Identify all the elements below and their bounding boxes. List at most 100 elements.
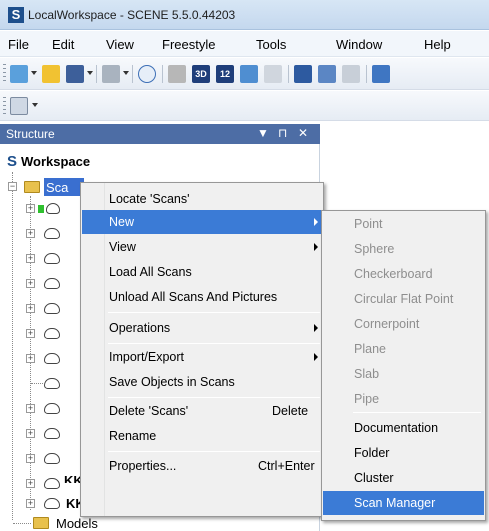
expand-toggle-icon[interactable]: + (26, 279, 35, 288)
ctx-locate-scans[interactable]: Locate 'Scans' (82, 187, 322, 211)
scan-icon (44, 253, 60, 264)
submenu-arrow-icon (314, 353, 318, 361)
layout-icon[interactable] (294, 65, 312, 83)
ctx-load-all-scans[interactable]: Load All Scans (82, 260, 322, 284)
new-cluster[interactable]: Cluster (323, 466, 484, 490)
expand-toggle-icon[interactable]: + (26, 254, 35, 263)
scan-icon (44, 498, 60, 509)
scan-icon (44, 353, 60, 364)
expand-toggle-icon[interactable]: + (26, 304, 35, 313)
display-mode-dropdown-icon[interactable] (32, 103, 38, 107)
home-icon[interactable] (240, 65, 258, 83)
menu-window[interactable]: Window (336, 37, 382, 52)
new-dropdown-icon[interactable] (31, 71, 37, 75)
open-folder-icon[interactable] (42, 65, 60, 83)
tree-line (31, 383, 43, 384)
panel-close-icon[interactable]: ✕ (298, 126, 308, 140)
menu-separator (108, 397, 320, 398)
new-circular-flat-point[interactable]: Circular Flat Point (323, 287, 484, 311)
menu-tools[interactable]: Tools (256, 37, 286, 52)
new-slab[interactable]: Slab (323, 362, 484, 386)
toolbar-separator (366, 65, 367, 83)
expand-toggle-icon[interactable]: + (26, 499, 35, 508)
scan-icon (44, 228, 60, 239)
disabled-tool-icon[interactable] (264, 65, 282, 83)
toolbar-separator (96, 65, 97, 83)
context-menu: Locate 'Scans' New View Load All Scans U… (80, 182, 324, 517)
expand-toggle-icon[interactable]: + (26, 404, 35, 413)
collapse-toggle-icon[interactable]: − (8, 182, 17, 191)
user-icon[interactable] (318, 65, 336, 83)
view-12-icon[interactable]: 12 (216, 65, 234, 83)
display-mode-icon[interactable] (10, 97, 28, 115)
menu-edit[interactable]: Edit (52, 37, 74, 52)
new-sphere[interactable]: Sphere (323, 237, 484, 261)
menu-file[interactable]: File (8, 37, 29, 52)
ctx-new[interactable]: New (82, 210, 322, 234)
ctx-rename[interactable]: Rename (82, 424, 322, 448)
expand-toggle-icon[interactable]: + (26, 329, 35, 338)
ctx-properties[interactable]: Properties... Ctrl+Enter (82, 454, 322, 478)
ctx-operations[interactable]: Operations (82, 316, 322, 340)
new-cornerpoint[interactable]: Cornerpoint (323, 312, 484, 336)
menu-separator (108, 312, 320, 313)
ctx-import-export[interactable]: Import/Export (82, 345, 322, 369)
new-checkerboard[interactable]: Checkerboard (323, 262, 484, 286)
tree-root-workspace[interactable]: Workspace (21, 154, 90, 169)
expand-toggle-icon[interactable]: + (26, 429, 35, 438)
toolbar-grip[interactable] (3, 64, 6, 84)
new-pipe[interactable]: Pipe (323, 387, 484, 411)
expand-toggle-icon[interactable]: + (26, 479, 35, 488)
menu-help[interactable]: Help (424, 37, 451, 52)
new-plane[interactable]: Plane (323, 337, 484, 361)
ctx-label: View (109, 240, 136, 254)
ctx-label: Properties... (109, 459, 177, 473)
menu-view[interactable]: View (106, 37, 134, 52)
ctx-view[interactable]: View (82, 235, 322, 259)
scan-icon (44, 478, 60, 489)
calendar-icon[interactable] (372, 65, 390, 83)
toolbar-separator (162, 65, 163, 83)
new-documentation[interactable]: Documentation (323, 416, 484, 440)
tree-node-models[interactable]: Models (56, 516, 98, 531)
help-icon[interactable] (138, 65, 156, 83)
expand-toggle-icon[interactable]: + (26, 204, 35, 213)
menu-freestyle[interactable]: Freestyle (162, 37, 215, 52)
view-3d-icon[interactable]: 3D (192, 65, 210, 83)
submenu-label: Point (354, 217, 383, 231)
panel-pin-icon[interactable]: ⊓ (278, 126, 287, 140)
ctx-label: Import/Export (109, 350, 185, 364)
new-scan-manager[interactable]: Scan Manager (323, 491, 484, 515)
main-toolbar: 3D 12 (0, 58, 489, 90)
print-icon[interactable] (102, 65, 120, 83)
ctx-label: Save Objects in Scans (109, 375, 235, 389)
structure-panel-header: Structure ▼ ⊓ ✕ (0, 124, 320, 144)
save-icon[interactable] (66, 65, 84, 83)
upload-icon[interactable] (342, 65, 360, 83)
expand-toggle-icon[interactable]: + (26, 229, 35, 238)
ctx-label: Locate 'Scans' (109, 192, 190, 206)
title-bar: S LocalWorkspace - SCENE 5.5.0.44203 (0, 0, 489, 30)
tree-node-scans-label: Sca (46, 180, 69, 195)
new-point[interactable]: Point (323, 212, 484, 236)
ctx-delete-scans[interactable]: Delete 'Scans' Delete (82, 399, 322, 423)
ctx-label: New (109, 215, 135, 229)
print-dropdown-icon[interactable] (123, 71, 129, 75)
scan-icon (44, 453, 60, 464)
registration-icon[interactable] (168, 65, 186, 83)
new-workspace-icon[interactable] (10, 65, 28, 83)
scan-icon (44, 278, 60, 289)
expand-toggle-icon[interactable]: + (26, 454, 35, 463)
ctx-save-objects[interactable]: Save Objects in Scans (82, 370, 322, 394)
tree-line (13, 523, 31, 524)
submenu-arrow-icon (314, 218, 318, 226)
submenu-label: Slab (354, 367, 380, 381)
save-dropdown-icon[interactable] (87, 71, 93, 75)
new-folder[interactable]: Folder (323, 441, 484, 465)
toolbar-grip[interactable] (3, 97, 6, 117)
ctx-unload-all[interactable]: Unload All Scans And Pictures (82, 285, 322, 309)
panel-dropdown-icon[interactable]: ▼ (257, 126, 269, 140)
secondary-toolbar (0, 91, 489, 121)
submenu-label: Documentation (354, 421, 439, 435)
expand-toggle-icon[interactable]: + (26, 354, 35, 363)
